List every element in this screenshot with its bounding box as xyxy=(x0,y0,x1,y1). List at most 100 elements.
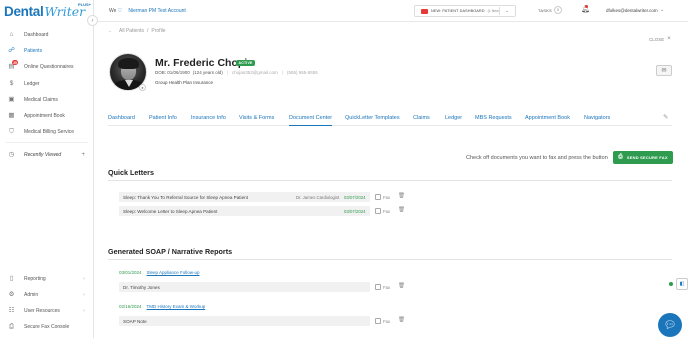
sidebar: Dental Writer PLUS+ ⌂ Dashboard ☍ Patien… xyxy=(0,0,94,338)
sidebar-item-label: Dashboard xyxy=(24,32,49,38)
patient-age: (124 years old) xyxy=(192,70,223,75)
notification-badge: 29 xyxy=(12,60,19,65)
patient-dashboard-label: New: Patient Dashboard xyxy=(431,9,485,13)
claims-icon: ▣ xyxy=(8,95,15,103)
mail-button[interactable]: ✉ xyxy=(656,65,672,76)
chevron-down-icon[interactable]: ⌄ xyxy=(660,7,664,13)
fax-icon: ⎙ xyxy=(618,154,623,160)
sidebar-item-reporting[interactable]: ▯ Reporting › xyxy=(0,272,93,286)
chat-button[interactable]: 💬︎ xyxy=(658,313,682,337)
trash-icon[interactable]: 🗑︎ xyxy=(398,317,405,323)
fax-checkbox[interactable] xyxy=(375,318,381,324)
tab-ledger[interactable]: Ledger xyxy=(445,115,462,121)
video-icon xyxy=(421,8,428,14)
report-date: 03/01/2024 xyxy=(119,270,142,275)
report-link[interactable]: TMD History Exam & Workup xyxy=(147,304,206,309)
close-label: CLOSE xyxy=(649,36,665,42)
patient-phone[interactable]: (555) 555-5555 xyxy=(287,70,318,75)
tab-claims[interactable]: Claims xyxy=(413,115,430,121)
trash-icon[interactable]: 🗑︎ xyxy=(398,193,405,199)
trash-icon[interactable]: 🗑︎ xyxy=(398,283,405,289)
section-divider xyxy=(108,259,672,260)
tab-quickletter-templates[interactable]: QuickLetter Templates xyxy=(345,115,400,121)
logo-main-text: Dental xyxy=(4,4,44,19)
breadcrumb-separator: / xyxy=(147,28,149,34)
tab-visits-forms[interactable]: Visits & Forms xyxy=(239,115,274,121)
chevron-down-icon[interactable]: ⌄ xyxy=(505,8,509,14)
sidebar-item-dashboard[interactable]: ⌂ Dashboard xyxy=(0,28,93,42)
we-label: We xyxy=(109,8,117,14)
fax-checkbox[interactable] xyxy=(375,284,381,290)
sidebar-item-secure-fax-console[interactable]: ⎙ Secure Fax Console xyxy=(0,320,93,334)
report-item: SOAP Note xyxy=(123,318,147,324)
sidebar-item-label: Reporting xyxy=(24,276,46,282)
tab-dashboard[interactable]: Dashboard xyxy=(108,115,135,121)
close-icon: × xyxy=(667,36,671,42)
fax-checkbox[interactable] xyxy=(375,194,381,200)
sidebar-item-patients[interactable]: ☍ Patients xyxy=(0,44,93,58)
sidebar-item-label: Patients xyxy=(24,48,43,54)
report-row[interactable]: Dr. Timothy Jones xyxy=(119,282,370,292)
breadcrumb-current: Profile xyxy=(151,28,166,34)
sidebar-item-label: Appointment Book xyxy=(24,113,65,119)
report-row[interactable]: SOAP Note xyxy=(119,316,370,326)
sidebar-item-recently-viewed[interactable]: ◷ Recently Viewed + xyxy=(0,148,93,162)
tab-patient-info[interactable]: Patient Info xyxy=(149,115,177,121)
patient-insurance-plan: Group Health Plan Insurance xyxy=(155,80,214,85)
patient-email[interactable]: chojan353@gmail.com xyxy=(232,70,278,75)
fax-checkbox-label: Fax xyxy=(383,318,391,324)
tab-insurance-info[interactable]: Insurance Info xyxy=(191,115,226,121)
sidebar-item-medical-claims[interactable]: ▣ Medical Claims xyxy=(0,93,93,107)
quick-letter-title: Sleep: Welcome Letter to Sleep Apnea Pat… xyxy=(123,208,218,214)
back-arrow-icon[interactable]: ← xyxy=(108,28,113,34)
quick-letter-date: 03/07/2024 xyxy=(344,208,366,214)
quick-letters-title: Quick Letters xyxy=(108,168,154,177)
trash-icon[interactable]: 🗑︎ xyxy=(398,207,405,213)
quick-letter-date: 03/07/2024 xyxy=(344,194,366,200)
edit-icon[interactable]: ✎ xyxy=(663,113,668,121)
camera-icon[interactable]: ● xyxy=(139,84,146,91)
breadcrumb-parent[interactable]: All Patients xyxy=(119,28,144,34)
quick-letter-row[interactable]: Sleep: Welcome Letter to Sleep Apnea Pat… xyxy=(119,206,370,216)
sidebar-divider xyxy=(6,142,88,143)
sidebar-item-ledger[interactable]: $ Ledger xyxy=(0,77,93,91)
separator: | xyxy=(281,70,283,75)
send-secure-fax-button[interactable]: ⎙ SEND SECURE FAX xyxy=(613,151,673,164)
sidebar-collapse-button[interactable]: ‹ xyxy=(87,15,98,26)
sidebar-item-online-questionnaires[interactable]: ▤ 29 Online Questionnaires xyxy=(0,60,93,74)
app-logo[interactable]: Dental Writer xyxy=(4,3,85,19)
patient-dashboard-button[interactable]: New: Patient Dashboard (1 New) ⌄ xyxy=(414,5,516,17)
fax-checkbox[interactable] xyxy=(375,208,381,214)
quick-letter-row[interactable]: Sleep: Thank You To Referral Source for … xyxy=(119,192,370,202)
tab-appointment-book[interactable]: Appointment Book xyxy=(525,115,570,121)
report-item: Dr. Timothy Jones xyxy=(123,284,160,290)
separator: | xyxy=(226,70,228,75)
patient-tabs: Dashboard Patient Info Insurance Info Vi… xyxy=(108,110,672,126)
sidebar-item-user-resources[interactable]: ☷ User Resources › xyxy=(0,304,93,318)
user-menu-email[interactable]: dfolkes@dentalwriter.com xyxy=(606,8,658,13)
help-widget-button[interactable]: ◧ xyxy=(676,278,688,290)
tab-mbs-requests[interactable]: MBS Requests xyxy=(475,115,512,121)
users-icon: ☍ xyxy=(8,46,15,54)
mail-icon: ✉ xyxy=(661,68,667,74)
office-selector[interactable]: We ♡ Nierman PM Test Account xyxy=(109,8,186,14)
sidebar-item-admin[interactable]: ⚙ Admin › xyxy=(0,288,93,302)
calendar-icon: ▦ xyxy=(8,111,15,119)
report-date: 02/16/2024 xyxy=(119,304,142,309)
tasks-label[interactable]: TASKS xyxy=(538,8,552,13)
tasks-count-badge[interactable]: 0 xyxy=(554,6,562,14)
close-button[interactable]: CLOSE × xyxy=(649,36,671,42)
section-divider xyxy=(108,180,672,181)
notification-dot xyxy=(585,5,588,8)
plus-icon[interactable]: + xyxy=(81,152,85,158)
widget-icon: ◧ xyxy=(679,281,685,287)
sidebar-item-medical-billing-service[interactable]: ⛉ Medical Billing Service xyxy=(0,125,93,139)
tab-document-center[interactable]: Document Center xyxy=(289,115,333,126)
sidebar-item-appointment-book[interactable]: ▦ Appointment Book xyxy=(0,109,93,123)
sidebar-item-label: Ledger xyxy=(24,81,40,87)
resources-icon: ☷ xyxy=(8,306,15,314)
shield-icon: ⛉ xyxy=(9,127,14,135)
sidebar-item-label: Admin xyxy=(24,292,39,298)
tab-navigators[interactable]: Navigators xyxy=(584,115,610,121)
report-link[interactable]: Sleep Appliance Follow-up xyxy=(147,270,200,275)
